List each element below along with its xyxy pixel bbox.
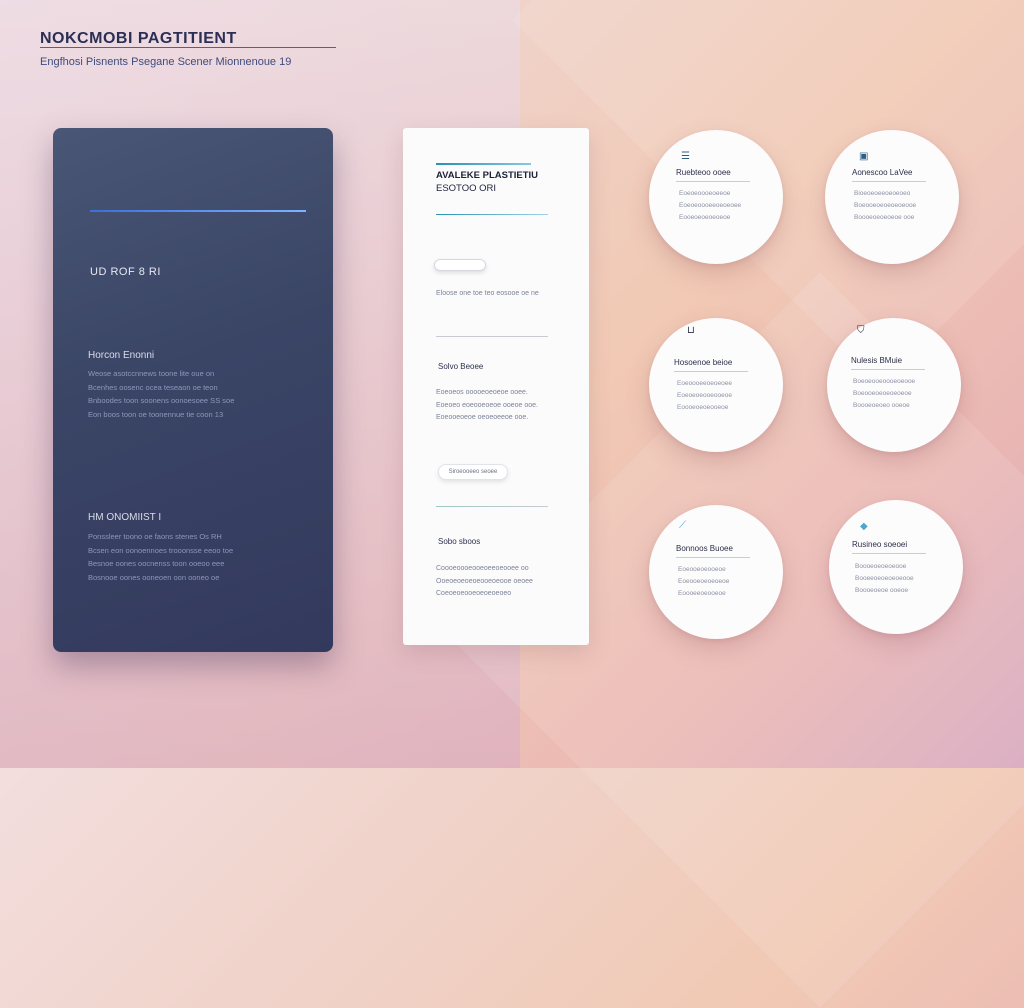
title-line: AVALEKE PLASTIETIU [436,170,539,181]
divider [852,181,926,182]
text-line: Eoeoooeeoeoeoee [677,380,732,387]
panel-title: AVALEKE PLASTIETIU ESOTOO ORI [436,169,576,195]
section-title: Sobo sboos [438,537,481,546]
card-title: Nulesis BMuie [851,356,903,365]
text-line: Eoeoeoeooeooeoe [677,392,732,399]
text-line: Boooeoeoe ooeoe [855,587,909,594]
card-title: Ruebteoo ooee [676,168,731,177]
text-line: Eon boos toon oe toonennue tie coon 13 [88,409,224,419]
circle-card[interactable]: ▣ Aonescoo LaVee Bioeoeoeeoeoeoeo Boeooe… [825,130,959,264]
text-line: Eoeoeo eoeooeoeoe ooeoe ooe. [436,401,538,409]
card-title: Hosoenoe beioe [674,358,733,367]
text-line: Eoeoeoooeeoeoeoee [679,202,742,209]
leaf-icon: ⟋ [679,520,686,531]
card-body: Eoeooeoeooeoe Eoeooeoeoeoeoe Eoooeeoeooe… [678,564,729,600]
card-title: Bonnoos Buoee [676,544,733,553]
card-title: Aonescoo LaVee [852,168,913,177]
toggle-pill[interactable] [434,259,486,271]
bag-icon: ▣ [859,151,869,162]
text-line: Boooeoeoeo ooeoe [853,402,910,409]
text-line: Weose asotccnnews toone lite oue on [88,369,215,378]
text-line: Ponssleer toono oe faons stenes Os RH [88,532,222,541]
body-text: Eoeoeos ooooeoeoeoe ooee. Eoeoeo eoeooeo… [436,387,564,425]
text-line: Besnoe oones oocnenss toon ooeoo eee [88,559,225,568]
page-title: NOKCMOBI PAGTITIENT [40,30,237,47]
divider [676,557,750,558]
divider [436,336,548,337]
cup-icon: ⊔ [687,325,695,336]
accent-divider [90,210,306,212]
circle-card[interactable]: ⛉ Nulesis BMuie Boeoeooeoooeoeooe Boeooe… [827,318,961,452]
dark-section-body: Ponssleer toono oe faons stenes Os RH Bc… [88,530,260,584]
white-info-panel: AVALEKE PLASTIETIU ESOTOO ORI Eloose one… [403,128,589,645]
dark-info-panel: UD ROF 8 RI Horcon Enonni Weose asotccnn… [53,128,333,652]
divider [436,506,548,507]
text-line: Eooeoeoeoeoeoe [679,214,731,221]
card-body: Boooeoeoeoeooe Booeeoeoeoeoeooe Boooeoeo… [855,561,914,597]
text-line: Eoeooeoeooeoe [678,566,726,573]
text-line: Eoeoeoooeoeeoe [679,190,731,197]
text-line: Booeeoeoeoeoeooe [855,575,914,582]
circle-card[interactable]: ⊔ Hosoenoe beioe Eoeoooeeoeoeoee Eoeoeoe… [649,318,783,452]
dark-panel-heading: UD ROF 8 RI [90,266,161,278]
body-text: Eloose one toe teo eosooe oe ne [436,290,539,297]
card-body: Eoeoooeeoeoeoee Eoeoeoeooeooeoe Eoooeoeo… [677,378,732,414]
text-line: Eoooeeoeooeoe [678,590,726,597]
shield-icon: ⛉ [857,325,865,336]
text-line: Boeooeoeoeoeoeooe [854,202,917,209]
body-text: Coooeoooeooeoeeoeooee oo Ooeoeoeoeoeooeo… [436,563,564,601]
card-body: Boeoeooeoooeoeooe Boeooeoeoeoeoeoe Boooe… [853,376,915,412]
divider [852,553,926,554]
action-pill-button[interactable]: Siroeooeeo seoee [438,464,508,480]
text-line: Bcsen eon oonoennoes trooonsse eeoo toe [88,545,234,555]
accent-divider [436,163,531,165]
card-body: Bioeoeoeeoeoeoeo Boeooeoeoeoeoeooe Boooe… [854,188,916,224]
list-icon: ☰ [681,151,690,162]
tag-icon: ◆ [860,521,868,532]
circle-card[interactable]: ⟋ Bonnoos Buoee Eoeooeoeooeoe Eoeooeoeoe… [649,505,783,639]
divider [436,214,548,215]
circle-card[interactable]: ◆ Rusineo soeoei Boooeoeoeoeooe Booeeoeo… [829,500,963,634]
text-line: Eoeooeoeoeoeoe [678,578,730,585]
divider [674,371,748,372]
text-line: Eoooeoeoeooeoe [677,404,729,411]
section-title: Solvo Beoee [438,362,484,371]
circle-card[interactable]: ☰ Ruebteoo ooee Eoeoeoooeoeeoe Eoeoeoooe… [649,130,783,264]
text-line: Bcenhes oosenc ocea teseaon oe teon [88,382,218,392]
text-line: Bnboodes toon soonens oonoesoee SS soe [88,396,235,405]
dark-section-title: HM ONOMIIST I [88,512,162,523]
divider [676,181,750,182]
text-line: Bosnooe oones ooneoen oon ooneo oe [88,572,220,582]
text-line: Coooeoooeooeoeeoeooee oo [436,565,529,572]
page-subtitle: Engfhosi Pisnents Psegane Scener Mionnen… [40,56,292,68]
text-line: Eoeooeoeoe oeoeoeeoe ooe. [436,414,529,421]
dark-section-body: Weose asotccnnews toone lite oue on Bcen… [88,367,260,421]
card-body: Eoeoeoooeoeeoe Eoeoeoooeeoeoeoee Eooeoeo… [679,188,741,224]
title-divider [40,47,336,48]
text-line: Boeooeoeoeoeoeoe [853,390,912,397]
text-line: Boeoeooeoooeoeooe [853,378,916,385]
dark-section-title: Horcon Enonni [88,350,155,361]
divider [851,369,925,370]
text-line: Bioeoeoeeoeoeoeo [854,190,911,197]
text-line: Coeoeoeooeoeoeoeoeo [436,590,512,597]
text-line: Ooeoeoeoeoeooeoeooe oeoee [436,577,533,585]
text-line: Eoeoeos ooooeoeoeoe ooee. [436,389,528,396]
text-line: Boooeoeoeoeoe ooe [854,214,915,221]
text-line: Boooeoeoeoeooe [855,563,907,570]
card-title: Rusineo soeoei [852,540,908,549]
title-line: ESOTOO ORI [436,183,497,194]
